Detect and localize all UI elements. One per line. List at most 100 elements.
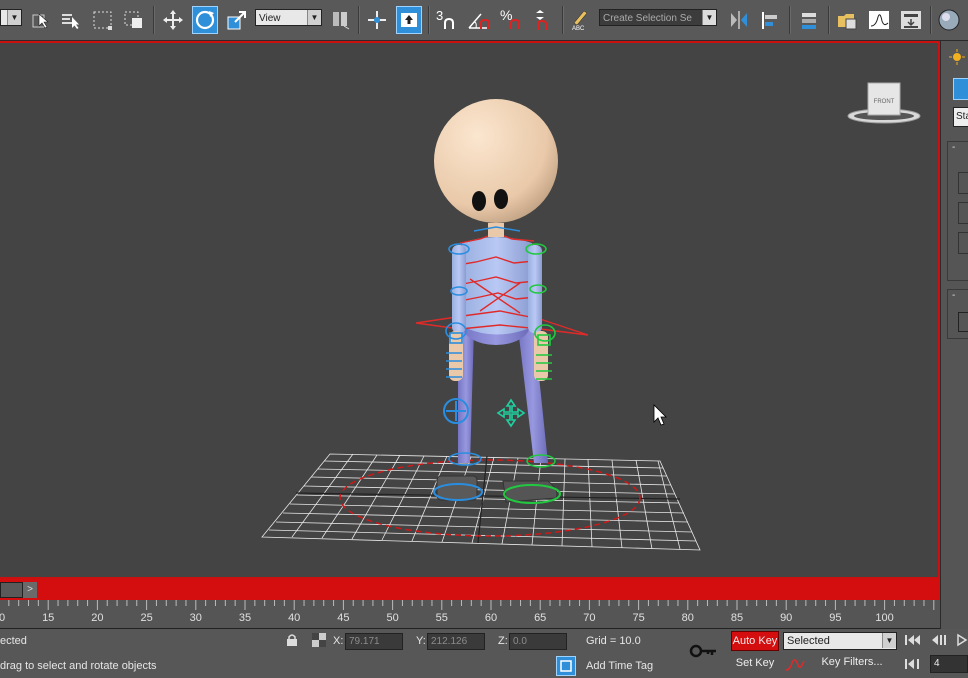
ruler-tick-label: 80 bbox=[681, 612, 694, 624]
ruler-tick-label: 85 bbox=[730, 612, 744, 624]
reference-coordinate-label: View bbox=[259, 13, 281, 24]
select-and-move-button[interactable] bbox=[160, 6, 186, 34]
sun-light-icon[interactable] bbox=[949, 49, 965, 65]
toolbar-separator bbox=[930, 6, 932, 34]
ruler-tick-label: 30 bbox=[189, 612, 202, 624]
rectangular-selection-button[interactable] bbox=[90, 6, 116, 34]
rollout-button[interactable] bbox=[958, 202, 968, 224]
left-foot[interactable] bbox=[436, 475, 478, 501]
reference-coordinate-system-dropdown[interactable]: View ▼ bbox=[255, 9, 322, 26]
chevron-down-icon: ▼ bbox=[702, 10, 716, 25]
z-coordinate-field[interactable]: 0.0 bbox=[509, 633, 567, 650]
ruler-tick-label: 20 bbox=[91, 612, 104, 624]
rollout-button[interactable] bbox=[958, 172, 968, 194]
select-and-rotate-button[interactable] bbox=[192, 6, 218, 34]
schematic-icon bbox=[901, 11, 921, 29]
mirror-button[interactable] bbox=[726, 6, 752, 34]
set-key-mode-button[interactable]: Set Key bbox=[731, 654, 779, 674]
ruler-tick-label: 70 bbox=[583, 612, 596, 624]
rollout-button[interactable] bbox=[958, 232, 968, 254]
toolbar-separator bbox=[358, 6, 360, 34]
create-tab-button[interactable] bbox=[953, 78, 968, 100]
snaps-toggle-button[interactable]: 3 bbox=[433, 6, 459, 34]
z-label: Z: bbox=[498, 635, 508, 647]
select-and-manipulate-button[interactable] bbox=[364, 6, 390, 34]
absolute-mode-icon[interactable] bbox=[312, 633, 326, 647]
y-coordinate-field[interactable]: 212.126 bbox=[427, 633, 485, 650]
perspective-viewport[interactable]: FRONT bbox=[0, 41, 940, 579]
time-slider-next-button[interactable]: > bbox=[22, 582, 37, 598]
folder-icon bbox=[838, 14, 857, 30]
default-tangent-icon[interactable] bbox=[784, 655, 806, 673]
schematic-view-button[interactable] bbox=[898, 6, 924, 34]
x-coordinate-field[interactable]: 79.171 bbox=[345, 633, 403, 650]
pencil-abc-icon: ABC bbox=[572, 10, 588, 31]
left-knee-control[interactable] bbox=[443, 398, 469, 424]
scene-explorer-button[interactable] bbox=[834, 6, 860, 34]
edit-named-selection-sets-button[interactable]: ABC bbox=[567, 6, 593, 34]
key-set-dropdown[interactable]: Selected ▼ bbox=[783, 632, 897, 650]
angle-snap-toggle-button[interactable] bbox=[466, 6, 492, 34]
key-set-label: Selected bbox=[787, 635, 830, 647]
chevron-down-icon: ▼ bbox=[7, 10, 21, 25]
percent-snap-toggle-button[interactable]: % bbox=[498, 6, 524, 34]
ruler-tick-label: 75 bbox=[632, 612, 645, 624]
prompt-line-text: drag to select and rotate objects bbox=[0, 660, 157, 672]
left-upper-arm[interactable] bbox=[452, 245, 466, 333]
lock-icon[interactable] bbox=[286, 633, 298, 647]
ruler-tick-label: 40 bbox=[288, 612, 301, 624]
layer-manager-button[interactable] bbox=[796, 6, 822, 34]
left-eye bbox=[472, 191, 486, 211]
select-by-name-button[interactable] bbox=[57, 6, 83, 34]
main-toolbar: ▼ View ▼ 3 % ABC Create Selection Se ▼ bbox=[0, 0, 968, 41]
keyboard-shortcut-override-button[interactable] bbox=[396, 6, 422, 34]
chevron-down-icon: ▼ bbox=[307, 10, 321, 25]
ruler-tick-label: 55 bbox=[435, 612, 448, 624]
move-icon bbox=[163, 10, 183, 30]
right-hand[interactable] bbox=[534, 331, 548, 381]
auto-key-button[interactable]: Auto Key bbox=[731, 631, 779, 651]
ruler-ticks bbox=[8, 600, 935, 610]
key-mode-toggle-icon[interactable] bbox=[904, 657, 924, 671]
time-slider-track[interactable] bbox=[0, 579, 940, 600]
right-knee-control[interactable] bbox=[496, 398, 526, 428]
spinner-snap-toggle-button[interactable] bbox=[530, 6, 556, 34]
key-icon[interactable] bbox=[688, 641, 720, 661]
trackbar-ruler[interactable]: 10 15 20 25 30 35 40 45 50 55 60 65 70 75 80 85 90 95 100 bbox=[0, 600, 940, 629]
use-pivot-center-button[interactable] bbox=[328, 6, 354, 34]
previous-frame-icon[interactable] bbox=[930, 633, 948, 647]
select-and-scale-button[interactable] bbox=[224, 6, 250, 34]
material-editor-button[interactable] bbox=[936, 6, 962, 34]
window-crossing-button[interactable] bbox=[121, 6, 147, 34]
named-selection-sets-dropdown[interactable]: Create Selection Se ▼ bbox=[599, 9, 717, 26]
rollout-collapse-icon[interactable]: - bbox=[952, 290, 955, 301]
grid-spacing-text: Grid = 10.0 bbox=[586, 635, 641, 647]
key-filters-button[interactable]: Key Filters... bbox=[808, 653, 896, 673]
chevron-down-icon: ▼ bbox=[882, 633, 896, 648]
object-type-label: Sta bbox=[956, 111, 968, 122]
ruler-tick-label: 50 bbox=[386, 612, 399, 624]
object-type-dropdown[interactable]: Sta bbox=[953, 107, 968, 127]
viewport-scene: FRONT bbox=[261, 82, 921, 551]
current-frame-field[interactable]: 4 bbox=[930, 655, 968, 673]
pivot-center-icon bbox=[333, 12, 350, 30]
ruler-tick-label: 60 bbox=[484, 612, 498, 624]
torso[interactable] bbox=[462, 237, 532, 335]
home-grid-axis bbox=[477, 455, 488, 544]
align-button[interactable] bbox=[758, 6, 784, 34]
play-icon[interactable] bbox=[955, 633, 968, 647]
selection-filter-dropdown[interactable]: ▼ bbox=[0, 9, 22, 26]
rollout-collapse-icon[interactable]: - bbox=[952, 142, 955, 153]
curve-editor-button[interactable] bbox=[866, 6, 892, 34]
ruler-tick-label: 100 bbox=[875, 612, 894, 624]
crossing-icon bbox=[124, 11, 142, 28]
time-tag-icon[interactable] bbox=[556, 656, 576, 676]
command-panel: Sta - - bbox=[940, 41, 968, 631]
align-icon bbox=[762, 12, 777, 29]
rollout-button[interactable] bbox=[958, 312, 968, 332]
go-to-start-icon[interactable] bbox=[904, 633, 922, 647]
neck[interactable] bbox=[488, 223, 504, 237]
select-object-button[interactable] bbox=[27, 6, 53, 34]
toolbar-separator bbox=[153, 6, 155, 34]
add-time-tag-button[interactable]: Add Time Tag bbox=[586, 660, 653, 672]
